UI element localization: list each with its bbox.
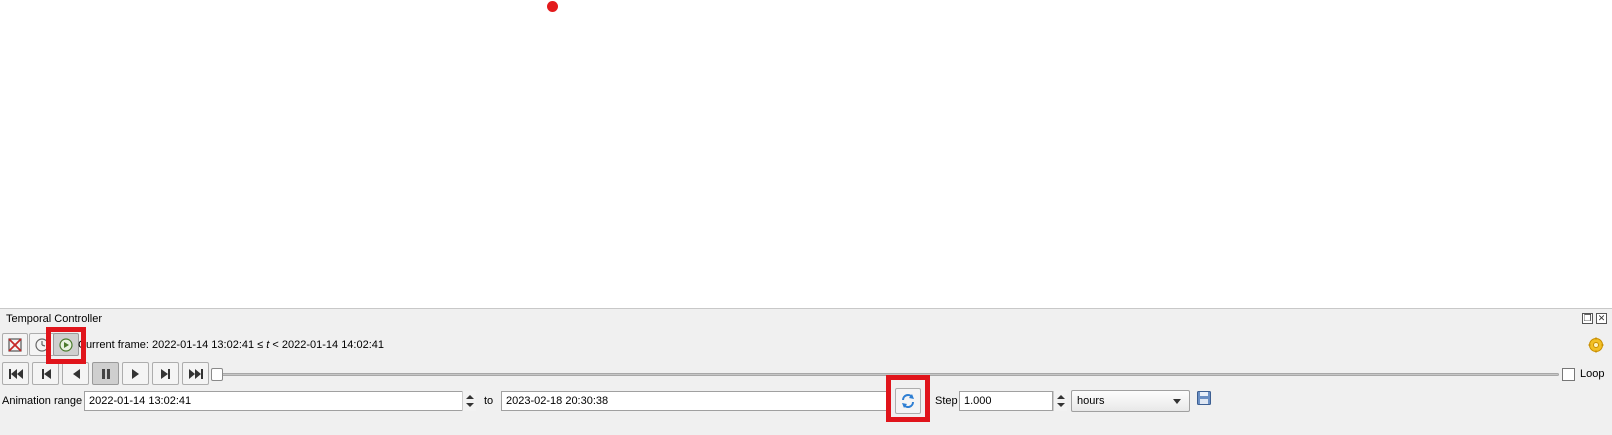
range-end-input[interactable]: 2023-02-18 20:30:38 xyxy=(501,391,891,411)
current-frame-text: Current frame: 2022-01-14 13:02:41 ≤ t <… xyxy=(78,339,384,351)
disable-temporal-icon xyxy=(8,337,22,352)
save-icon[interactable] xyxy=(1197,391,1211,405)
settings-gear-icon[interactable] xyxy=(1588,337,1604,353)
step-unit-value: hours xyxy=(1077,395,1105,407)
step-label: Step xyxy=(935,395,958,407)
set-to-project-range-button[interactable] xyxy=(895,388,921,414)
chevron-down-icon xyxy=(1173,399,1181,404)
step-spinner[interactable] xyxy=(1053,391,1067,411)
refresh-icon xyxy=(902,394,914,408)
pause-button[interactable] xyxy=(92,362,119,385)
animation-range-label: Animation range xyxy=(2,395,83,407)
step-input[interactable]: 1.000 xyxy=(959,391,1053,411)
skip-to-end-icon xyxy=(188,368,203,379)
pause-icon xyxy=(101,368,110,379)
range-start-spinner[interactable] xyxy=(462,391,476,411)
frame-slider-track[interactable] xyxy=(217,373,1559,376)
rewind-to-start-icon xyxy=(8,368,23,379)
play-forward-button[interactable] xyxy=(122,362,149,385)
current-frame-label: Current frame: 2022-01-14 13:02:41 ≤ xyxy=(78,339,267,351)
loop-label: Loop xyxy=(1580,368,1605,380)
range-start-input[interactable]: 2022-01-14 13:02:41 xyxy=(84,391,476,411)
map-point-feature xyxy=(547,1,558,12)
play-circle-icon xyxy=(59,337,73,352)
previous-frame-icon xyxy=(41,368,51,379)
play-backward-icon xyxy=(72,368,80,379)
rewind-to-start-button[interactable] xyxy=(2,362,29,385)
panel-title: Temporal Controller xyxy=(6,313,102,325)
clock-icon xyxy=(35,337,49,352)
map-canvas[interactable] xyxy=(0,0,1612,308)
next-frame-button[interactable] xyxy=(152,362,179,385)
loop-checkbox[interactable] xyxy=(1562,368,1575,381)
play-backward-button[interactable] xyxy=(62,362,89,385)
animated-navigation-button[interactable] xyxy=(53,333,79,356)
previous-frame-button[interactable] xyxy=(32,362,59,385)
next-frame-icon xyxy=(160,368,170,379)
frame-slider-handle[interactable] xyxy=(211,368,223,381)
close-panel-icon[interactable]: ✕ xyxy=(1596,313,1607,324)
skip-to-end-button[interactable] xyxy=(182,362,209,385)
play-forward-icon xyxy=(131,368,139,379)
float-panel-icon[interactable]: ❐ xyxy=(1582,313,1593,324)
disable-temporal-button[interactable] xyxy=(2,333,28,356)
temporal-controller-panel: Temporal Controller ❐ ✕ Current frame: 2… xyxy=(0,308,1612,435)
to-label: to xyxy=(484,395,494,407)
fixed-range-button[interactable] xyxy=(29,333,55,356)
current-frame-end: < 2022-01-14 14:02:41 xyxy=(269,339,385,351)
step-unit-dropdown[interactable]: hours xyxy=(1071,390,1190,412)
